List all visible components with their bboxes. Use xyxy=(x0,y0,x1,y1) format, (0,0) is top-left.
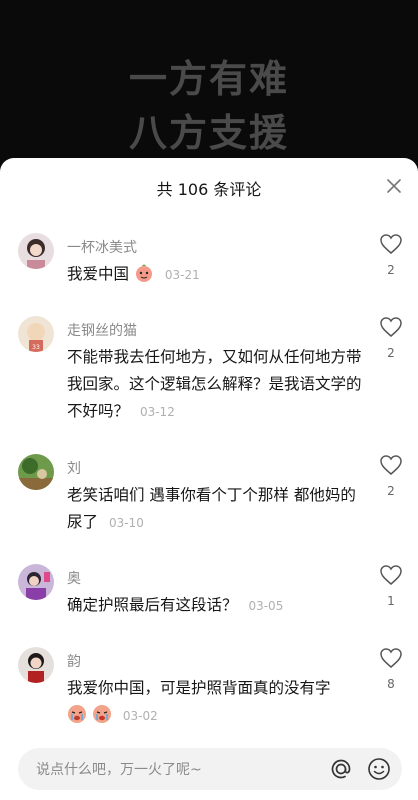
comment-username[interactable]: 刘 xyxy=(67,458,81,478)
comment-username[interactable]: 走钢丝的猫 xyxy=(67,320,137,340)
comment-date: 03-21 xyxy=(164,268,200,282)
comment-input[interactable] xyxy=(34,748,318,792)
comment-date: 03-12 xyxy=(139,405,175,419)
svg-text:33: 33 xyxy=(32,344,40,351)
like-button[interactable]: 2 xyxy=(378,316,404,360)
peach-face-icon xyxy=(135,264,152,282)
comment-input-bar xyxy=(18,748,402,792)
crying-face-icon xyxy=(92,705,111,723)
comment-text: 老笑话咱们 遇事你看个丁个那样 都他妈的 尿了 03-10 xyxy=(67,482,367,537)
like-count: 2 xyxy=(387,484,395,498)
like-button[interactable]: 1 xyxy=(378,564,404,608)
mention-icon[interactable] xyxy=(328,756,354,782)
like-button[interactable]: 8 xyxy=(378,647,404,691)
close-icon[interactable] xyxy=(384,176,404,196)
comment-username[interactable]: 奥 xyxy=(67,568,81,588)
crying-face-icon xyxy=(68,705,86,723)
heart-icon[interactable] xyxy=(379,454,403,476)
video-caption-line-2: 八方支援 xyxy=(128,111,289,155)
comment-username[interactable]: 韵 xyxy=(67,651,81,671)
heart-icon[interactable] xyxy=(379,564,403,586)
comment-username[interactable]: 一杯冰美式 xyxy=(67,237,137,257)
comment-body: 不能带我去任何地方，又如何从任何地方带我回家。这个逻辑怎么解释？是我语文学的不好… xyxy=(67,348,362,420)
avatar[interactable] xyxy=(18,564,54,600)
comment-body: 我爱你中国，可是护照背面真的没有字 xyxy=(67,679,331,697)
avatar[interactable]: 33 xyxy=(18,316,54,352)
comment-date: 03-02 xyxy=(122,709,158,723)
like-count: 2 xyxy=(387,346,395,360)
heart-icon[interactable] xyxy=(379,316,403,338)
sheet-header: 共 106 条评论 xyxy=(0,158,418,213)
avatar[interactable] xyxy=(18,233,54,269)
emoji-icon[interactable] xyxy=(366,756,392,782)
heart-icon[interactable] xyxy=(379,233,403,255)
comment-text: 我爱你中国，可是护照背面真的没有字 03-02 xyxy=(67,675,367,730)
comment-date: 03-10 xyxy=(108,516,144,530)
video-background: 一方有难 八方支援 xyxy=(0,0,418,170)
like-button[interactable]: 2 xyxy=(378,454,404,498)
comment-body: 确定护照最后有这段话？ xyxy=(67,596,238,614)
video-caption-line-1: 一方有难 xyxy=(128,57,289,101)
heart-icon[interactable] xyxy=(379,647,403,669)
avatar[interactable] xyxy=(18,647,54,683)
like-button[interactable]: 2 xyxy=(378,233,404,277)
like-count: 8 xyxy=(387,677,395,691)
like-count: 1 xyxy=(387,594,395,608)
comment-text: 确定护照最后有这段话？ 03-05 xyxy=(67,592,367,620)
comment-text: 我爱中国 03-21 xyxy=(67,261,367,289)
like-count: 2 xyxy=(387,263,395,277)
comment-body: 我爱中国 xyxy=(67,265,130,283)
comment-count-title: 共 106 条评论 xyxy=(156,180,262,199)
comment-date: 03-05 xyxy=(248,599,284,613)
avatar[interactable] xyxy=(18,454,54,490)
comment-text: 不能带我去任何地方，又如何从任何地方带我回家。这个逻辑怎么解释？是我语文学的不好… xyxy=(67,344,367,426)
